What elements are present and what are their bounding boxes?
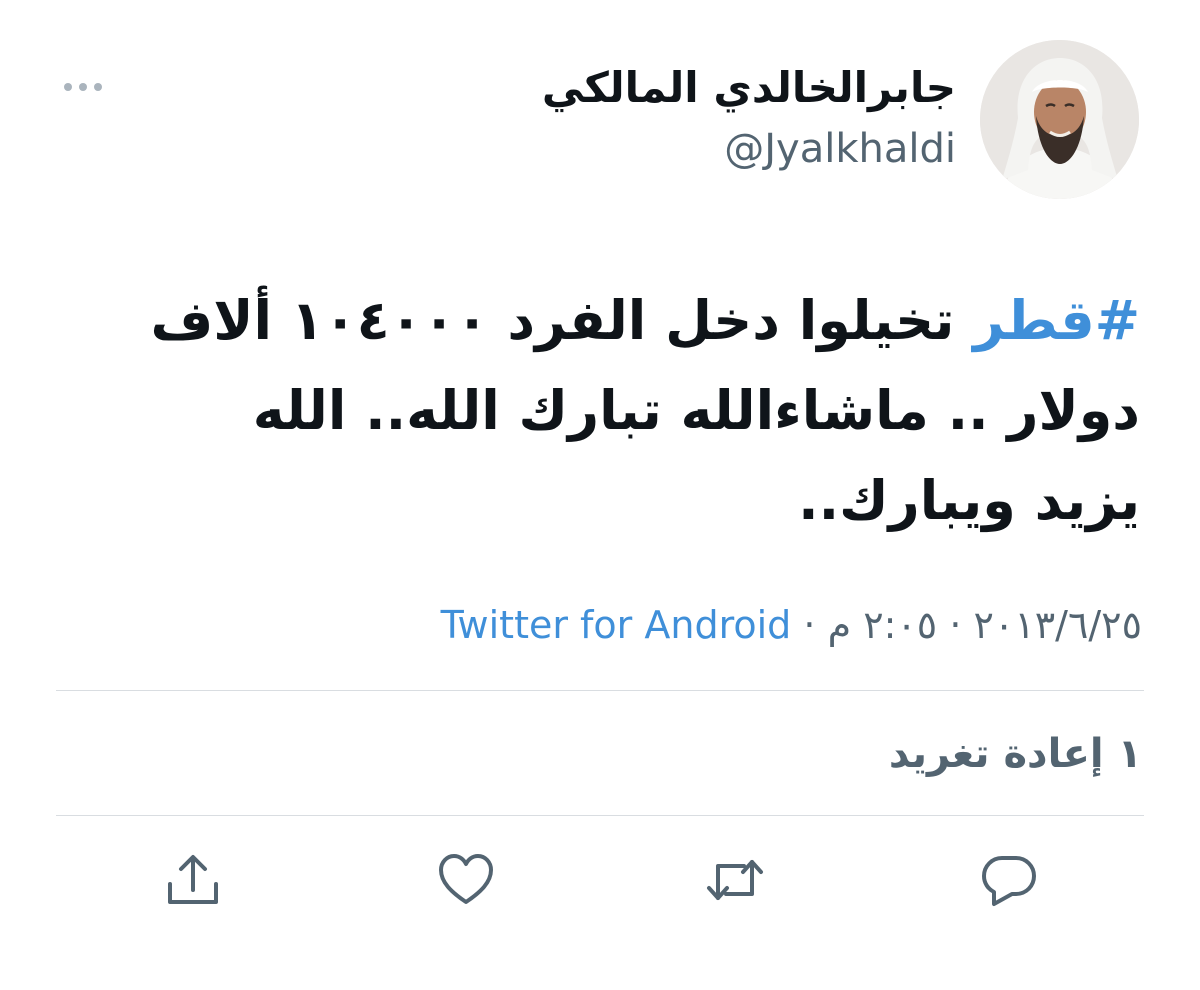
retweets-label: إعادة تغريد <box>888 731 1104 777</box>
tweet-text: #قطر تخيلوا دخل الفرد ١٠٤٠٠٠ ألاف دولار … <box>140 276 1140 546</box>
tweet-source-link[interactable]: Twitter for Android <box>441 603 792 647</box>
more-options-button[interactable] <box>62 74 104 100</box>
hashtag-link[interactable]: #قطر <box>973 289 1140 352</box>
avatar[interactable] <box>980 40 1139 199</box>
retweets-count: ١ <box>1117 731 1142 777</box>
tweet-detail-page: جابرالخالدي المالكي @Jyalkhaldi #قطر تخي… <box>0 0 1200 990</box>
tweet-meta: ٢٠١٣/٦/٢٥ · ٢:٠٥ م · Twitter for Android <box>441 600 1142 650</box>
more-dots-icon <box>64 83 102 91</box>
reply-icon <box>982 856 1036 906</box>
meta-separator: · <box>949 603 962 647</box>
tweet-time: ٢:٠٥ م <box>827 603 938 647</box>
like-button[interactable] <box>437 852 495 908</box>
heart-icon <box>439 854 493 904</box>
retweets-stat[interactable]: ١ إعادة تغريد <box>889 728 1142 780</box>
retweet-icon <box>707 860 763 900</box>
reply-button[interactable] <box>980 852 1038 908</box>
avatar-image <box>980 40 1139 199</box>
user-handle[interactable]: @Jyalkhaldi <box>724 124 956 174</box>
divider <box>56 690 1144 691</box>
share-icon <box>168 855 218 904</box>
meta-separator: · <box>803 603 816 647</box>
display-name[interactable]: جابرالخالدي المالكي <box>542 58 956 118</box>
tweet-date: ٢٠١٣/٦/٢٥ <box>973 603 1142 647</box>
retweet-button[interactable] <box>706 852 764 908</box>
share-button[interactable] <box>164 852 222 908</box>
divider <box>56 815 1144 816</box>
